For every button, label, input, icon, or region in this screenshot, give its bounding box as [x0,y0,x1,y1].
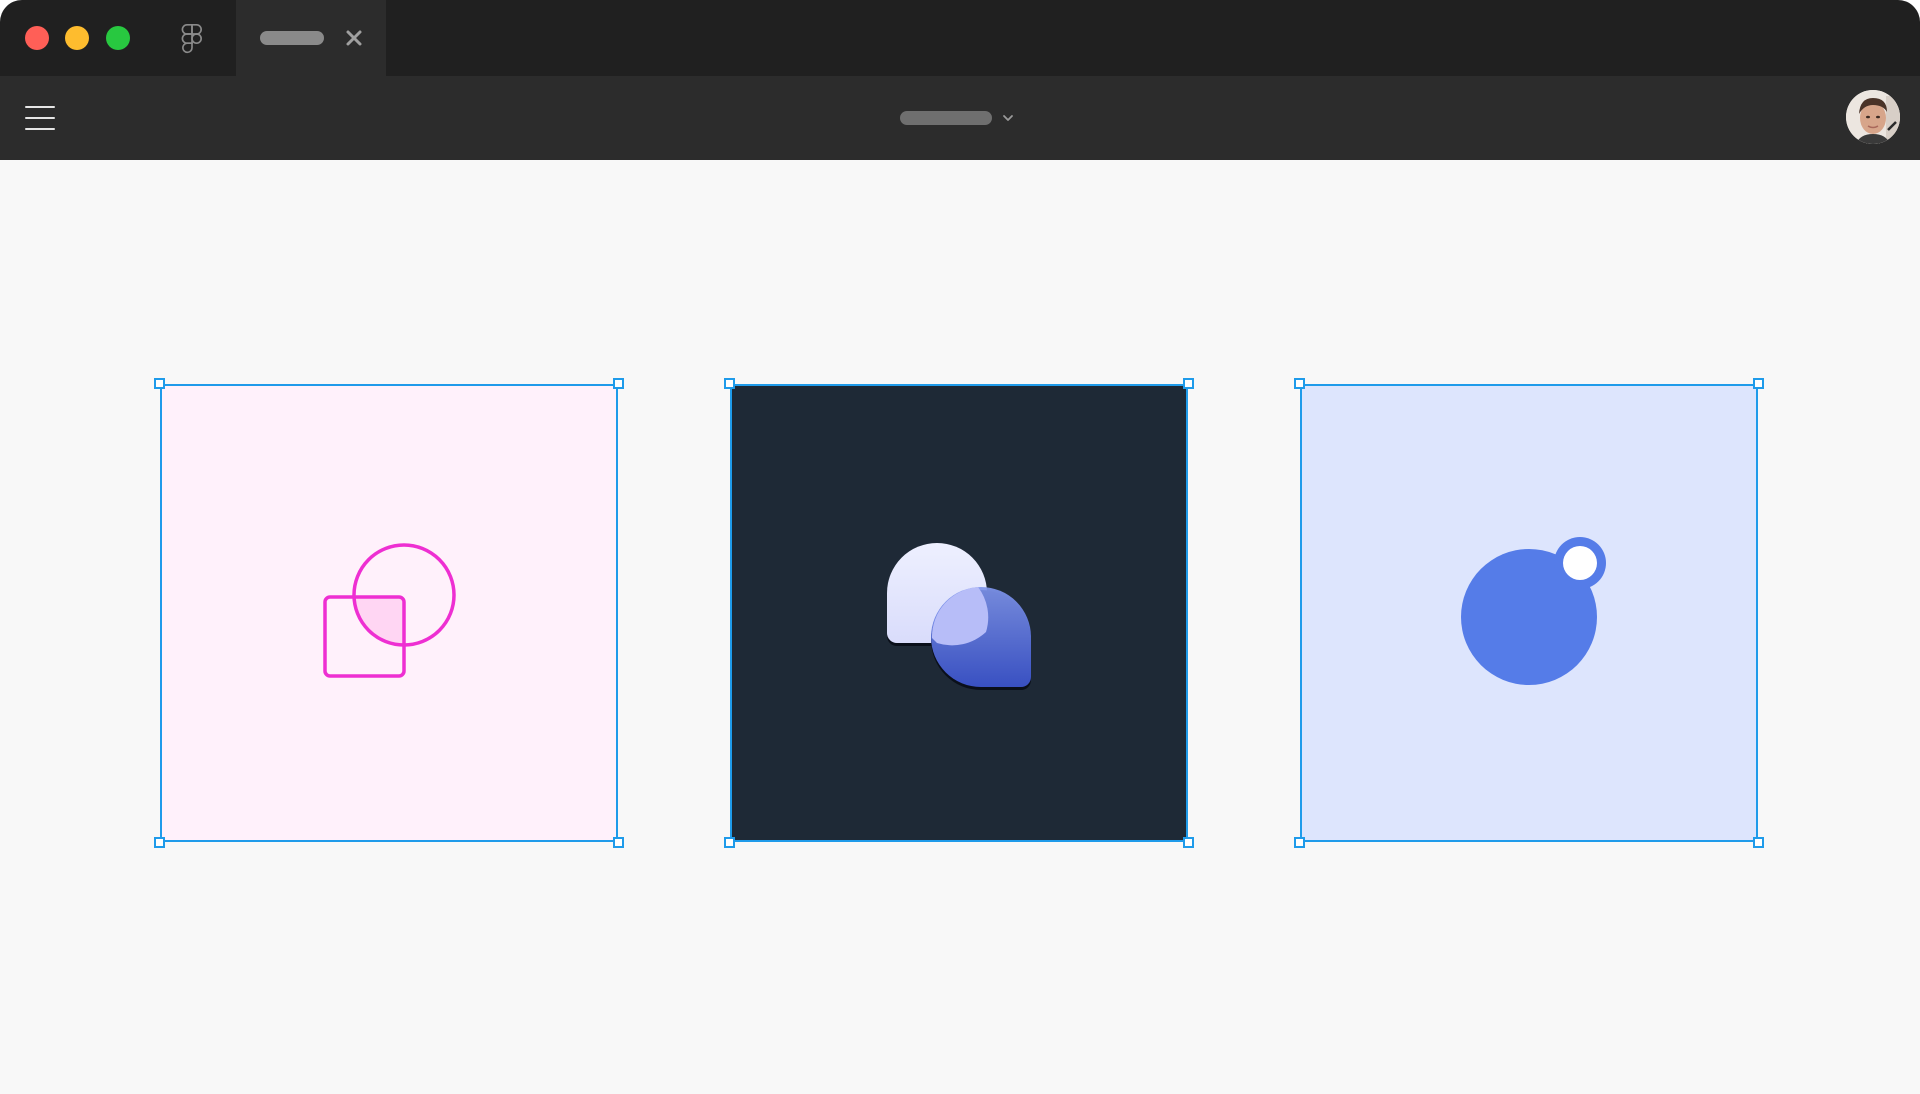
avatar-image [1846,90,1900,144]
tab-title-placeholder [260,31,324,45]
file-name-menu[interactable] [900,109,1020,129]
title-bar [0,0,1920,76]
window-maximize-button[interactable] [106,26,130,50]
figma-logo-icon[interactable] [180,24,204,54]
file-tab[interactable] [236,0,386,76]
notification-dot-icon [1461,537,1606,685]
chevron-down-icon[interactable] [1002,112,1014,124]
bubbles-frame[interactable] [724,378,1194,848]
window-minimize-button[interactable] [65,26,89,50]
shapes-frame[interactable] [154,378,624,848]
overlapping-bubbles-icon [887,543,1031,690]
user-avatar[interactable] [1846,90,1900,144]
app-window [0,0,1920,1094]
notification-frame[interactable] [1294,378,1764,848]
hamburger-menu-icon[interactable] [25,104,55,132]
toolbar [0,76,1920,160]
file-name-placeholder [900,111,992,125]
design-canvas[interactable] [0,160,1920,1094]
close-icon[interactable] [344,28,364,48]
square-and-circle-icon [323,543,456,678]
window-close-button[interactable] [25,26,49,50]
